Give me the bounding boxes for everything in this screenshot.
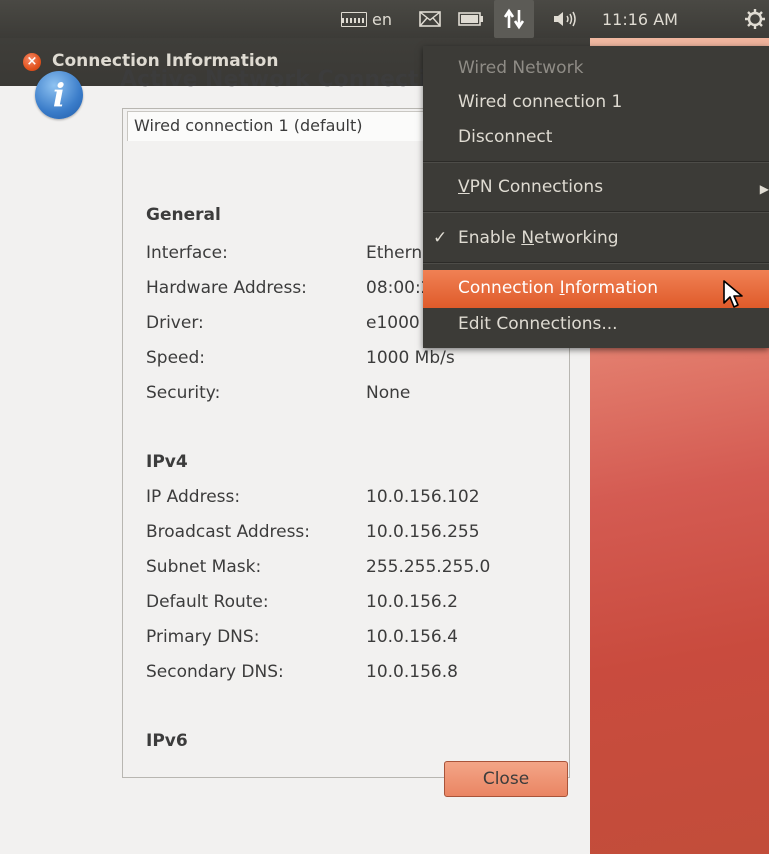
enable-label-mnemonic: N (521, 228, 535, 248)
tab-wired-connection-1[interactable]: Wired connection 1 (default) (127, 111, 427, 141)
volume-indicator[interactable] (552, 0, 580, 38)
ip-address-label: IP Address: (146, 487, 241, 507)
top-panel: en 11:16 AM (0, 0, 769, 38)
checkmark-icon: ✓ (433, 228, 448, 248)
section-general: General (146, 205, 221, 225)
default-route-label: Default Route: (146, 592, 269, 612)
battery-icon (458, 12, 483, 26)
default-route-value: 10.0.156.2 (366, 592, 458, 612)
subnet-mask-value: 255.255.255.0 (366, 557, 491, 577)
primary-dns-label: Primary DNS: (146, 627, 260, 647)
primary-dns-value: 10.0.156.4 (366, 627, 458, 647)
volume-icon (554, 11, 576, 27)
secondary-dns-label: Secondary DNS: (146, 662, 284, 682)
power-gear-icon (745, 9, 765, 29)
network-updown-icon (503, 8, 525, 30)
menu-item-edit-connections[interactable]: Edit Connections... (458, 314, 618, 334)
clock[interactable]: 11:16 AM (602, 0, 678, 38)
broadcast-address-label: Broadcast Address: (146, 522, 311, 542)
security-label: Security: (146, 383, 221, 403)
keyboard-layout-label: en (372, 9, 392, 29)
menu-separator (423, 262, 769, 264)
mail-indicator[interactable] (419, 0, 441, 38)
menu-item-disconnect[interactable]: Disconnect (458, 127, 552, 147)
menu-separator (423, 211, 769, 213)
speed-label: Speed: (146, 348, 206, 368)
enable-label-pre: Enable (458, 228, 522, 248)
battery-indicator[interactable] (458, 0, 484, 38)
window-close-button[interactable]: × (23, 53, 41, 71)
dialog-heading: Active Network Connections (120, 67, 430, 92)
close-button[interactable]: Close (444, 761, 568, 797)
menu-header-wired-network: Wired Network (458, 58, 584, 78)
security-value: None (366, 383, 411, 403)
subnet-mask-label: Subnet Mask: (146, 557, 262, 577)
submenu-arrow-icon: ▶ (759, 182, 769, 196)
section-ipv6: IPv6 (146, 731, 188, 751)
info-icon: i (35, 71, 83, 119)
menu-separator (423, 161, 769, 163)
speed-value: 1000 Mb/s (366, 348, 455, 368)
network-indicator[interactable] (494, 0, 534, 38)
hardware-address-label: Hardware Address: (146, 278, 307, 298)
enable-label-post: etworking (534, 228, 619, 248)
menu-item-vpn-connections[interactable]: VPN Connections (458, 177, 603, 197)
keyboard-icon (341, 11, 367, 27)
keyboard-indicator[interactable]: en (341, 0, 392, 38)
broadcast-address-value: 10.0.156.255 (366, 522, 480, 542)
mail-icon (419, 11, 441, 27)
driver-value: e1000 (366, 313, 420, 333)
menu-item-enable-networking[interactable]: Enable Networking (458, 228, 619, 248)
network-menu: Wired Network Wired connection 1 Disconn… (423, 46, 769, 348)
conninfo-label-post: nformation (564, 278, 659, 298)
menu-item-connection-information[interactable]: Connection Information (458, 278, 658, 298)
section-ipv4: IPv4 (146, 452, 188, 472)
mouse-pointer-icon (723, 280, 743, 308)
driver-label: Driver: (146, 313, 204, 333)
menu-item-wired-connection-1[interactable]: Wired connection 1 (458, 92, 622, 112)
vpn-label-mnemonic: V (458, 177, 470, 197)
conninfo-label-pre: Connection (458, 278, 560, 298)
vpn-label-post: PN Connections (469, 177, 604, 197)
session-indicator[interactable] (744, 0, 766, 38)
interface-label: Interface: (146, 243, 228, 263)
secondary-dns-value: 10.0.156.8 (366, 662, 458, 682)
ip-address-value: 10.0.156.102 (366, 487, 480, 507)
